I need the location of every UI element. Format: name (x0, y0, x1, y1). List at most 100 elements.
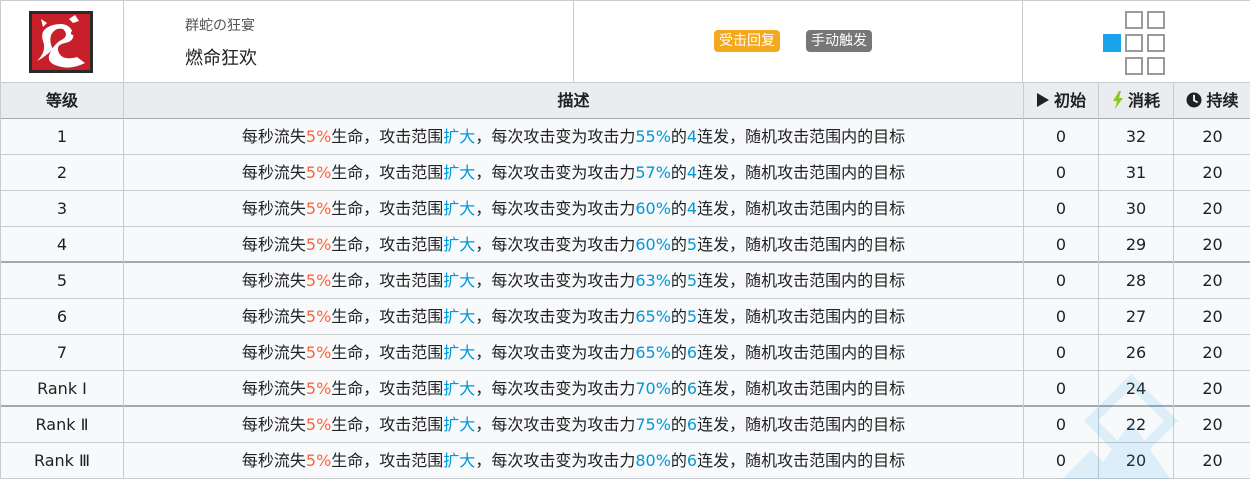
sp-cost-cell: 30 (1099, 191, 1174, 227)
range-cell (1147, 11, 1165, 29)
level-cell: Rank Ⅰ (1, 371, 124, 407)
level-cell: 4 (1, 227, 124, 263)
range-up-text: 扩大 (443, 343, 476, 362)
table-row: Rank Ⅱ 每秒流失5%生命，攻击范围扩大，每次攻击变为攻击力75%的6连发，随… (1, 407, 1250, 443)
desc-text: 连发，随机攻击范围内的目标 (697, 307, 906, 326)
table-row: 2 每秒流失5%生命，攻击范围扩大，每次攻击变为攻击力57%的4连发，随机攻击范围… (1, 155, 1250, 191)
table-row: 5 每秒流失5%生命，攻击范围扩大，每次攻击变为攻击力63%的5连发，随机攻击范围… (1, 263, 1250, 299)
duration-cell: 20 (1202, 127, 1223, 146)
hp-loss-value: 5% (305, 199, 332, 218)
sp-cost-cell: 26 (1099, 335, 1174, 371)
column-header-row: 等级 描述 初始 消耗 持续 (1, 83, 1250, 119)
desc-text: 每秒流失 (241, 343, 306, 362)
column-level: 等级 (1, 83, 124, 119)
column-cost: 消耗 (1099, 83, 1174, 119)
desc-text: 每秒流失 (241, 199, 306, 218)
skill-tags-cell: 受击回复 手动触发 (574, 1, 1023, 83)
column-duration: 持续 (1174, 83, 1250, 119)
initial-sp-cell: 0 (1024, 155, 1099, 191)
skill-header: 群蛇の狂宴 燃命狂欢 受击回复 手动触发 (1, 1, 1250, 83)
duration-cell: 20 (1202, 379, 1223, 398)
initial-sp-cell: 0 (1024, 371, 1099, 407)
atk-percent-value: 80% (635, 451, 671, 470)
operator-position-cell (1103, 34, 1121, 52)
desc-text: ，每次攻击变为攻击力 (475, 235, 636, 254)
duration-cell: 20 (1202, 271, 1223, 290)
range-up-text: 扩大 (443, 415, 476, 434)
description-cell: 每秒流失5%生命，攻击范围扩大，每次攻击变为攻击力65%的6连发，随机攻击范围内… (124, 335, 1024, 371)
desc-text: ，每次攻击变为攻击力 (475, 415, 636, 434)
desc-text: 生命，攻击范围 (331, 343, 444, 362)
level-cell: 5 (1, 263, 124, 299)
hit-count-value: 4 (686, 127, 698, 146)
desc-text: ，每次攻击变为攻击力 (475, 451, 636, 470)
duration-cell: 20 (1202, 235, 1223, 254)
atk-percent-value: 65% (635, 343, 671, 362)
desc-text: 的 (670, 343, 687, 362)
desc-text: 每秒流失 (241, 379, 306, 398)
desc-text: 生命，攻击范围 (331, 199, 444, 218)
atk-percent-value: 55% (635, 127, 671, 146)
desc-text: 每秒流失 (241, 163, 306, 182)
range-up-text: 扩大 (443, 451, 476, 470)
hit-count-value: 5 (686, 307, 698, 326)
desc-text: 连发，随机攻击范围内的目标 (697, 199, 906, 218)
desc-text: ，每次攻击变为攻击力 (475, 379, 636, 398)
range-up-text: 扩大 (443, 199, 476, 218)
desc-text: 的 (670, 235, 687, 254)
desc-text: 每秒流失 (241, 127, 306, 146)
level-cell: 3 (1, 191, 124, 227)
desc-text: 生命，攻击范围 (331, 163, 444, 182)
desc-text: 连发，随机攻击范围内的目标 (697, 271, 906, 290)
hp-loss-value: 5% (305, 343, 332, 362)
description-cell: 每秒流失5%生命，攻击范围扩大，每次攻击变为攻击力57%的4连发，随机攻击范围内… (124, 155, 1024, 191)
hp-loss-value: 5% (305, 379, 332, 398)
desc-text: 每秒流失 (241, 235, 306, 254)
desc-text: 连发，随机攻击范围内的目标 (697, 379, 906, 398)
atk-percent-value: 63% (635, 271, 671, 290)
attack-range-grid (1023, 1, 1250, 83)
initial-sp-cell: 0 (1024, 407, 1099, 443)
range-cell (1147, 34, 1165, 52)
initial-sp-cell: 0 (1024, 191, 1099, 227)
range-up-text: 扩大 (443, 307, 476, 326)
column-cost-label: 消耗 (1127, 91, 1160, 110)
sp-cost-cell: 20 (1099, 443, 1174, 479)
desc-text: 的 (670, 307, 687, 326)
desc-text: 连发，随机攻击范围内的目标 (697, 451, 906, 470)
hit-count-value: 6 (686, 343, 698, 362)
hp-loss-value: 5% (305, 307, 332, 326)
desc-text: 连发，随机攻击范围内的目标 (697, 343, 906, 362)
desc-text: 连发，随机攻击范围内的目标 (697, 235, 906, 254)
desc-text: 生命，攻击范围 (331, 127, 444, 146)
skill-table: 群蛇の狂宴 燃命狂欢 受击回复 手动触发 等级 描述 初始 消耗 持续 1 每秒流… (0, 0, 1250, 479)
range-cell (1125, 57, 1143, 75)
sp-cost-cell: 27 (1099, 299, 1174, 335)
range-up-text: 扩大 (443, 163, 476, 182)
level-cell: 7 (1, 335, 124, 371)
desc-text: 的 (670, 199, 687, 218)
duration-cell: 20 (1202, 415, 1223, 434)
desc-text: ，每次攻击变为攻击力 (475, 199, 636, 218)
hit-count-value: 4 (686, 199, 698, 218)
initial-sp-cell: 0 (1024, 119, 1099, 155)
tag-trigger-on-hit: 受击回复 (714, 30, 780, 52)
hp-loss-value: 5% (305, 127, 332, 146)
hit-count-value: 6 (686, 379, 698, 398)
range-up-text: 扩大 (443, 271, 476, 290)
skill-name-cell (124, 1, 574, 83)
desc-text: 生命，攻击范围 (331, 379, 444, 398)
level-cell: 2 (1, 155, 124, 191)
sp-cost-cell: 28 (1099, 263, 1174, 299)
description-cell: 每秒流失5%生命，攻击范围扩大，每次攻击变为攻击力65%的5连发，随机攻击范围内… (124, 299, 1024, 335)
desc-text: 生命，攻击范围 (331, 451, 444, 470)
description-cell: 每秒流失5%生命，攻击范围扩大，每次攻击变为攻击力55%的4连发，随机攻击范围内… (124, 119, 1024, 155)
sp-cost-cell: 24 (1099, 371, 1174, 407)
atk-percent-value: 60% (635, 235, 671, 254)
atk-percent-value: 70% (635, 379, 671, 398)
range-up-text: 扩大 (443, 379, 476, 398)
table-row: 1 每秒流失5%生命，攻击范围扩大，每次攻击变为攻击力55%的4连发，随机攻击范围… (1, 119, 1250, 155)
range-cell (1147, 57, 1165, 75)
level-cell: Rank Ⅱ (1, 407, 124, 443)
desc-text: ，每次攻击变为攻击力 (475, 307, 636, 326)
